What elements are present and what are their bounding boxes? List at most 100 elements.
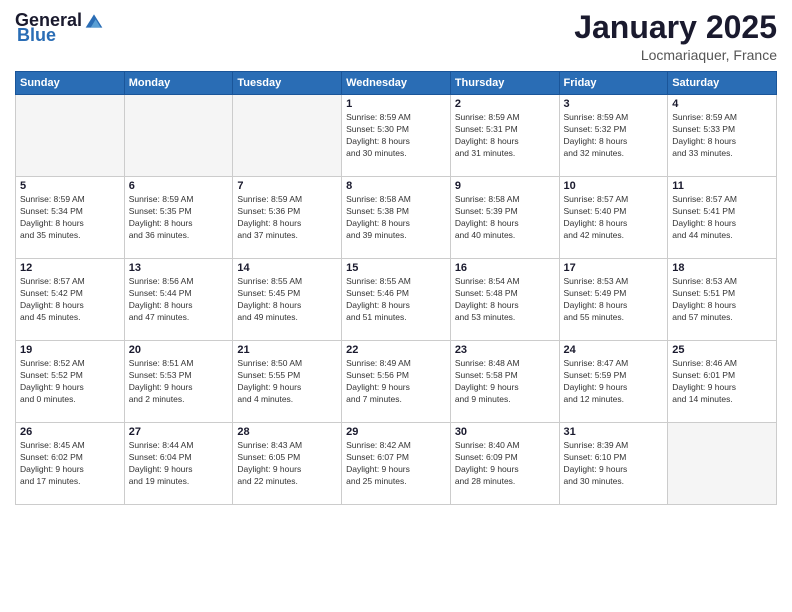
day-number: 27 [129, 426, 229, 438]
calendar-cell [233, 95, 342, 177]
day-number: 15 [346, 262, 446, 274]
weekday-header-row: SundayMondayTuesdayWednesdayThursdayFrid… [16, 72, 777, 95]
day-number: 22 [346, 344, 446, 356]
calendar-cell: 11Sunrise: 8:57 AMSunset: 5:41 PMDayligh… [668, 177, 777, 259]
month-title: January 2025 [574, 10, 777, 45]
day-number: 24 [564, 344, 664, 356]
day-info: Sunrise: 8:57 AMSunset: 5:40 PMDaylight:… [564, 194, 664, 242]
day-info: Sunrise: 8:53 AMSunset: 5:49 PMDaylight:… [564, 276, 664, 324]
calendar-cell: 9Sunrise: 8:58 AMSunset: 5:39 PMDaylight… [450, 177, 559, 259]
logo-area: General Blue [15, 10, 104, 46]
day-info: Sunrise: 8:55 AMSunset: 5:45 PMDaylight:… [237, 276, 337, 324]
day-info: Sunrise: 8:51 AMSunset: 5:53 PMDaylight:… [129, 358, 229, 406]
day-info: Sunrise: 8:57 AMSunset: 5:41 PMDaylight:… [672, 194, 772, 242]
day-number: 26 [20, 426, 120, 438]
day-info: Sunrise: 8:59 AMSunset: 5:31 PMDaylight:… [455, 112, 555, 160]
day-number: 25 [672, 344, 772, 356]
day-info: Sunrise: 8:47 AMSunset: 5:59 PMDaylight:… [564, 358, 664, 406]
day-info: Sunrise: 8:57 AMSunset: 5:42 PMDaylight:… [20, 276, 120, 324]
day-number: 31 [564, 426, 664, 438]
day-number: 30 [455, 426, 555, 438]
day-info: Sunrise: 8:39 AMSunset: 6:10 PMDaylight:… [564, 440, 664, 488]
day-number: 18 [672, 262, 772, 274]
calendar-cell: 3 Sunrise: 8:59 AMSunset: 5:32 PMDaylight… [559, 95, 668, 177]
calendar-cell: 6Sunrise: 8:59 AMSunset: 5:35 PMDaylight… [124, 177, 233, 259]
day-info: Sunrise: 8:52 AMSunset: 5:52 PMDaylight:… [20, 358, 120, 406]
calendar-cell: 18Sunrise: 8:53 AMSunset: 5:51 PMDayligh… [668, 259, 777, 341]
day-info: Sunrise: 8:56 AMSunset: 5:44 PMDaylight:… [129, 276, 229, 324]
day-number: 23 [455, 344, 555, 356]
day-number: 16 [455, 262, 555, 274]
day-number: 19 [20, 344, 120, 356]
calendar-cell: 12 Sunrise: 8:57 AMSunset: 5:42 PMDayligh… [16, 259, 125, 341]
day-number: 21 [237, 344, 337, 356]
calendar-cell [668, 423, 777, 505]
calendar-cell: 25 Sunrise: 8:46 AMSunset: 6:01 PMDayligh… [668, 341, 777, 423]
calendar-cell: 21 Sunrise: 8:50 AMSunset: 5:55 PMDayligh… [233, 341, 342, 423]
day-info: Sunrise: 8:44 AMSunset: 6:04 PMDaylight:… [129, 440, 229, 488]
day-number: 7 [237, 180, 337, 192]
title-area: January 2025 Locmariaquer, France [574, 10, 777, 63]
logo-blue-text: Blue [17, 25, 56, 46]
calendar-cell: 10 Sunrise: 8:57 AMSunset: 5:40 PMDayligh… [559, 177, 668, 259]
calendar-cell: 27 Sunrise: 8:44 AMSunset: 6:04 PMDayligh… [124, 423, 233, 505]
week-row-2: 5Sunrise: 8:59 AMSunset: 5:34 PMDaylight… [16, 177, 777, 259]
day-number: 1 [346, 98, 446, 110]
calendar-cell: 14 Sunrise: 8:55 AMSunset: 5:45 PMDayligh… [233, 259, 342, 341]
calendar-cell: 30 Sunrise: 8:40 AMSunset: 6:09 PMDayligh… [450, 423, 559, 505]
calendar-cell: 4 Sunrise: 8:59 AMSunset: 5:33 PMDaylight… [668, 95, 777, 177]
day-number: 12 [20, 262, 120, 274]
day-number: 10 [564, 180, 664, 192]
day-number: 2 [455, 98, 555, 110]
day-info: Sunrise: 8:54 AMSunset: 5:48 PMDaylight:… [455, 276, 555, 324]
calendar-cell: 17 Sunrise: 8:53 AMSunset: 5:49 PMDayligh… [559, 259, 668, 341]
header: General Blue January 2025 Locmariaquer, … [15, 10, 777, 63]
calendar-cell: 2 Sunrise: 8:59 AMSunset: 5:31 PMDaylight… [450, 95, 559, 177]
day-info: Sunrise: 8:55 AMSunset: 5:46 PMDaylight:… [346, 276, 446, 324]
weekday-header-thursday: Thursday [450, 72, 559, 95]
calendar-cell: 29Sunrise: 8:42 AMSunset: 6:07 PMDayligh… [342, 423, 451, 505]
calendar-cell: 7 Sunrise: 8:59 AMSunset: 5:36 PMDaylight… [233, 177, 342, 259]
calendar-cell: 26 Sunrise: 8:45 AMSunset: 6:02 PMDayligh… [16, 423, 125, 505]
weekday-header-wednesday: Wednesday [342, 72, 451, 95]
day-info: Sunrise: 8:43 AMSunset: 6:05 PMDaylight:… [237, 440, 337, 488]
week-row-4: 19 Sunrise: 8:52 AMSunset: 5:52 PMDayligh… [16, 341, 777, 423]
day-info: Sunrise: 8:59 AMSunset: 5:36 PMDaylight:… [237, 194, 337, 242]
day-info: Sunrise: 8:50 AMSunset: 5:55 PMDaylight:… [237, 358, 337, 406]
day-info: Sunrise: 8:58 AMSunset: 5:38 PMDaylight:… [346, 194, 446, 242]
day-info: Sunrise: 8:46 AMSunset: 6:01 PMDaylight:… [672, 358, 772, 406]
calendar-cell: 22 Sunrise: 8:49 AMSunset: 5:56 PMDayligh… [342, 341, 451, 423]
location: Locmariaquer, France [574, 47, 777, 63]
day-number: 3 [564, 98, 664, 110]
day-number: 5 [20, 180, 120, 192]
day-info: Sunrise: 8:49 AMSunset: 5:56 PMDaylight:… [346, 358, 446, 406]
calendar-cell: 28Sunrise: 8:43 AMSunset: 6:05 PMDayligh… [233, 423, 342, 505]
weekday-header-sunday: Sunday [16, 72, 125, 95]
calendar-cell: 5Sunrise: 8:59 AMSunset: 5:34 PMDaylight… [16, 177, 125, 259]
day-number: 8 [346, 180, 446, 192]
calendar-cell: 19 Sunrise: 8:52 AMSunset: 5:52 PMDayligh… [16, 341, 125, 423]
page: General Blue January 2025 Locmariaquer, … [0, 0, 792, 612]
logo-icon [84, 11, 104, 31]
weekday-header-friday: Friday [559, 72, 668, 95]
day-number: 4 [672, 98, 772, 110]
calendar-cell: 1Sunrise: 8:59 AMSunset: 5:30 PMDaylight… [342, 95, 451, 177]
calendar-cell: 24 Sunrise: 8:47 AMSunset: 5:59 PMDayligh… [559, 341, 668, 423]
calendar-cell: 16 Sunrise: 8:54 AMSunset: 5:48 PMDayligh… [450, 259, 559, 341]
day-info: Sunrise: 8:59 AMSunset: 5:32 PMDaylight:… [564, 112, 664, 160]
calendar-cell: 13Sunrise: 8:56 AMSunset: 5:44 PMDayligh… [124, 259, 233, 341]
day-number: 20 [129, 344, 229, 356]
day-info: Sunrise: 8:40 AMSunset: 6:09 PMDaylight:… [455, 440, 555, 488]
day-number: 9 [455, 180, 555, 192]
day-number: 14 [237, 262, 337, 274]
day-info: Sunrise: 8:48 AMSunset: 5:58 PMDaylight:… [455, 358, 555, 406]
day-info: Sunrise: 8:59 AMSunset: 5:33 PMDaylight:… [672, 112, 772, 160]
weekday-header-tuesday: Tuesday [233, 72, 342, 95]
day-info: Sunrise: 8:45 AMSunset: 6:02 PMDaylight:… [20, 440, 120, 488]
weekday-header-monday: Monday [124, 72, 233, 95]
calendar-cell [16, 95, 125, 177]
day-number: 6 [129, 180, 229, 192]
week-row-1: 1Sunrise: 8:59 AMSunset: 5:30 PMDaylight… [16, 95, 777, 177]
calendar-cell: 15 Sunrise: 8:55 AMSunset: 5:46 PMDayligh… [342, 259, 451, 341]
day-number: 17 [564, 262, 664, 274]
